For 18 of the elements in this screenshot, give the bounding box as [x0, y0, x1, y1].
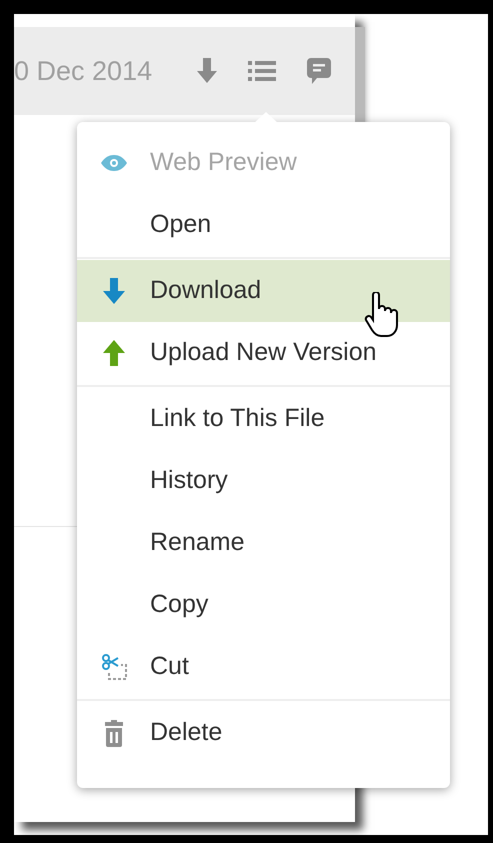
download-icon[interactable] — [196, 58, 218, 84]
menu-item[interactable]: Delete — [77, 702, 450, 764]
arrow-down-icon — [102, 278, 126, 304]
trash-icon — [104, 720, 124, 746]
menu-item[interactable]: Cut — [77, 636, 450, 698]
date-text: 0 Dec 2014 — [14, 54, 152, 88]
menu-item[interactable]: Copy — [77, 574, 450, 636]
menu-item[interactable]: Link to This File — [77, 388, 450, 450]
menu-item[interactable]: Rename — [77, 512, 450, 574]
arrow-up-icon — [102, 340, 126, 366]
menu-item[interactable]: Download — [77, 260, 450, 322]
eye-icon — [100, 155, 128, 171]
list-icon[interactable] — [248, 60, 276, 82]
scissors-icon — [100, 654, 126, 680]
comment-icon[interactable] — [306, 57, 332, 85]
menu-item[interactable]: Open — [77, 194, 450, 256]
menu-item[interactable]: Upload New Version — [77, 322, 450, 384]
menu-item[interactable]: History — [77, 450, 450, 512]
